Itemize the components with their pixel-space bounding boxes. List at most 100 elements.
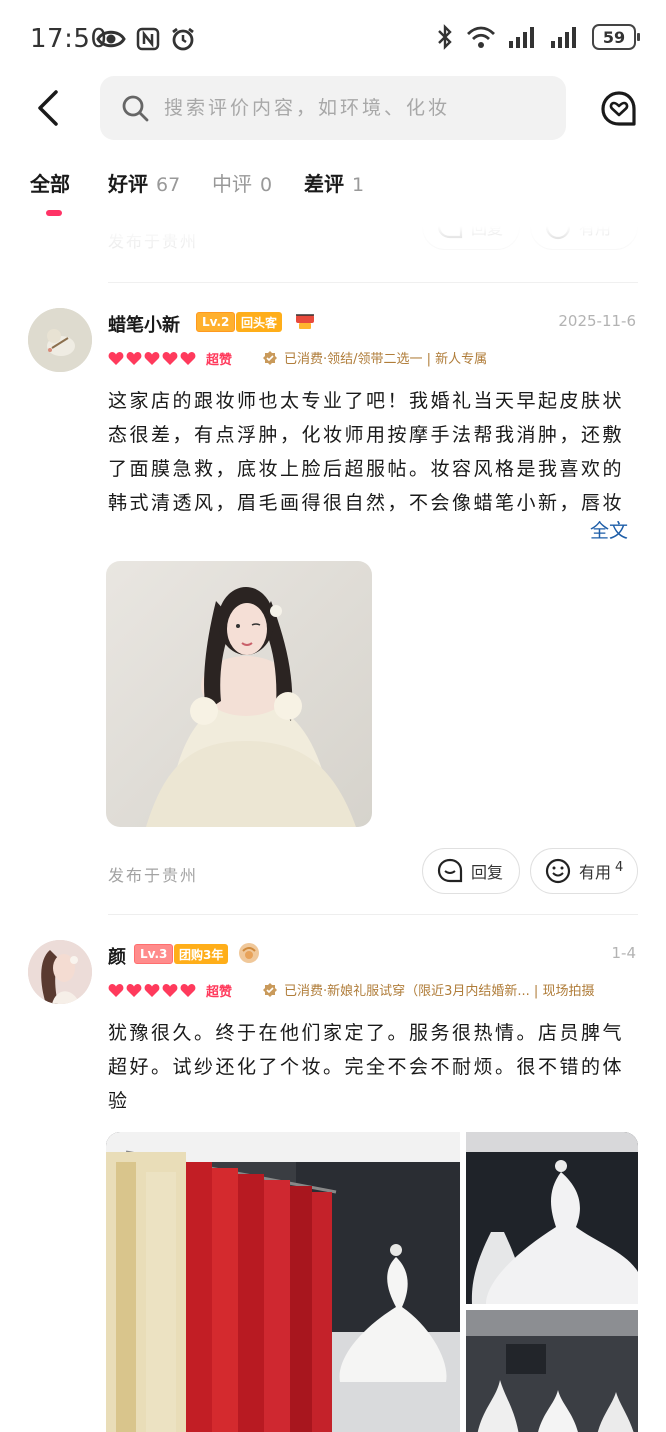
review-content: 犹豫很久。终于在他们家定了。服务很热情。店员脾气超好。试纱还化了个妆。完全不会不… — [108, 1022, 625, 1112]
tab-neutral[interactable]: 中评 0 — [212, 168, 272, 197]
medal-icon — [239, 943, 259, 963]
useful-label: 有用 — [579, 226, 612, 238]
heart-icon — [126, 983, 142, 997]
nfc-icon — [136, 27, 160, 51]
tab-label: 好评 — [108, 172, 148, 196]
battery-indicator: 59 — [592, 24, 640, 50]
consumption-text: 已消费·领结/领带二选一 | 新人专属 — [284, 352, 488, 367]
reply-icon — [437, 858, 463, 883]
tab-negative[interactable]: 差评 1 — [304, 168, 364, 197]
reply-icon — [437, 226, 463, 239]
tab-label: 差评 — [304, 172, 344, 196]
back-button[interactable] — [30, 86, 70, 130]
consumption-text: 已消费·新娘礼服试穿（限近3月内结婚新... | 现场拍摄 — [284, 984, 595, 999]
useful-label: 有用 — [579, 863, 612, 882]
back-arrow-icon — [38, 90, 58, 126]
search-box[interactable] — [100, 76, 566, 140]
useful-button[interactable]: 有用 4 — [530, 848, 638, 894]
reply-label: 回复 — [471, 226, 504, 238]
search-input[interactable] — [164, 97, 544, 119]
consumption-info: 已消费·领结/领带二选一 | 新人专属 — [262, 348, 487, 367]
status-right-icons: 59 — [436, 24, 640, 50]
group-buy-badge: 团购3年 — [174, 944, 229, 964]
review-card: 蜡笔小新 Lv.2 回头客 2025-11-6 超赞 已消费·领结/领带二选一 … — [0, 306, 666, 926]
reply-button[interactable]: 回复 — [422, 848, 520, 894]
heart-icon — [126, 351, 142, 365]
review-content: 这家店的跟妆师也太专业了吧！我婚礼当天早起皮肤状态很差，有点浮肿，化妆师用按摩手… — [108, 390, 625, 514]
useful-button[interactable]: 有用 — [530, 226, 638, 250]
review-photo[interactable] — [466, 1132, 638, 1304]
returning-customer-badge: 回头客 — [236, 312, 283, 332]
wifi-icon — [467, 26, 495, 48]
review-date: 1-4 — [611, 944, 637, 962]
review-photo[interactable] — [106, 1132, 460, 1432]
heart-icon — [180, 351, 196, 365]
post-location: 发布于贵州 — [108, 232, 199, 251]
heart-icon — [108, 351, 124, 365]
dress-rack-photo — [106, 1132, 460, 1432]
avatar-image — [28, 940, 92, 1004]
status-bar: 17:50 59 — [0, 0, 666, 78]
search-icon — [122, 95, 149, 122]
smile-icon — [545, 226, 571, 240]
avatar[interactable] — [28, 308, 92, 372]
tab-count: 0 — [260, 174, 273, 196]
verified-icon — [263, 982, 277, 997]
reply-label: 回复 — [471, 863, 504, 882]
review-date: 2025-11-6 — [558, 312, 636, 330]
header — [0, 76, 666, 140]
tab-label: 全部 — [30, 172, 70, 196]
signal-icon — [551, 27, 576, 48]
store-interior-photo — [466, 1310, 638, 1432]
heart-icon — [108, 983, 124, 997]
review-text: 犹豫很久。终于在他们家定了。服务很热情。店员脾气超好。试纱还化了个妆。完全不会不… — [108, 1016, 638, 1118]
active-tab-indicator — [46, 210, 62, 216]
review-list[interactable]: 发布于贵州 回复 有用 蜡笔小新 Lv.2 回头客 2025-11-6 超赞 已… — [0, 226, 666, 1432]
heart-icon — [144, 983, 160, 997]
bluetooth-icon — [438, 24, 452, 50]
heart-icon — [162, 983, 178, 997]
eye-icon — [96, 30, 126, 48]
expand-full-text-link[interactable]: 全文 — [586, 516, 629, 543]
heart-icon — [180, 983, 196, 997]
avatar[interactable] — [28, 940, 92, 1004]
rating-hearts: 超赞 — [108, 346, 232, 370]
previous-review-footer: 发布于贵州 回复 有用 — [0, 226, 666, 260]
useful-count: 4 — [615, 859, 624, 875]
tab-count: 67 — [156, 174, 181, 196]
gown-photo — [466, 1132, 638, 1304]
divider — [108, 282, 638, 283]
avatar-image — [28, 308, 92, 372]
post-location: 发布于贵州 — [108, 866, 199, 885]
review-photo[interactable] — [466, 1310, 638, 1432]
divider — [108, 914, 638, 915]
tab-count: 1 — [352, 174, 365, 196]
rating-label: 超赞 — [206, 352, 233, 368]
alarm-icon — [172, 27, 194, 51]
review-photo[interactable] — [106, 561, 372, 827]
bride-photo — [106, 561, 372, 827]
status-left-icons — [96, 26, 196, 52]
tab-positive[interactable]: 好评 67 — [108, 168, 180, 197]
review-filter-tabs: 全部 好评 67 中评 0 差评 1 — [0, 168, 666, 224]
review-text: 这家店的跟妆师也太专业了吧！我婚礼当天早起皮肤状态很差，有点浮肿，化妆师用按摩手… — [108, 384, 638, 524]
review-card: 颜 Lv.3 团购3年 1-4 超赞 已消费·新娘礼服试穿（限近3月内结婚新..… — [0, 938, 666, 1432]
smile-icon — [545, 858, 571, 884]
tab-all[interactable]: 全部 — [30, 168, 70, 197]
chat-button[interactable] — [600, 90, 638, 128]
level-badge: Lv.3 — [134, 944, 174, 964]
rating-hearts: 超赞 — [108, 978, 232, 1002]
level-badge: Lv.2 — [196, 312, 236, 332]
rating-label: 超赞 — [206, 984, 233, 1000]
user-name[interactable]: 颜 — [108, 943, 126, 969]
signal-icon — [509, 27, 534, 48]
consumption-info: 已消费·新娘礼服试穿（限近3月内结婚新... | 现场拍摄 — [262, 980, 638, 999]
reply-button[interactable]: 回复 — [422, 226, 520, 250]
user-name[interactable]: 蜡笔小新 — [108, 311, 180, 337]
chat-heart-icon — [601, 91, 636, 126]
tab-label: 中评 — [212, 172, 252, 196]
heart-icon — [162, 351, 178, 365]
heart-icon — [144, 351, 160, 365]
verified-icon — [263, 350, 277, 365]
medal-icon — [296, 314, 314, 329]
